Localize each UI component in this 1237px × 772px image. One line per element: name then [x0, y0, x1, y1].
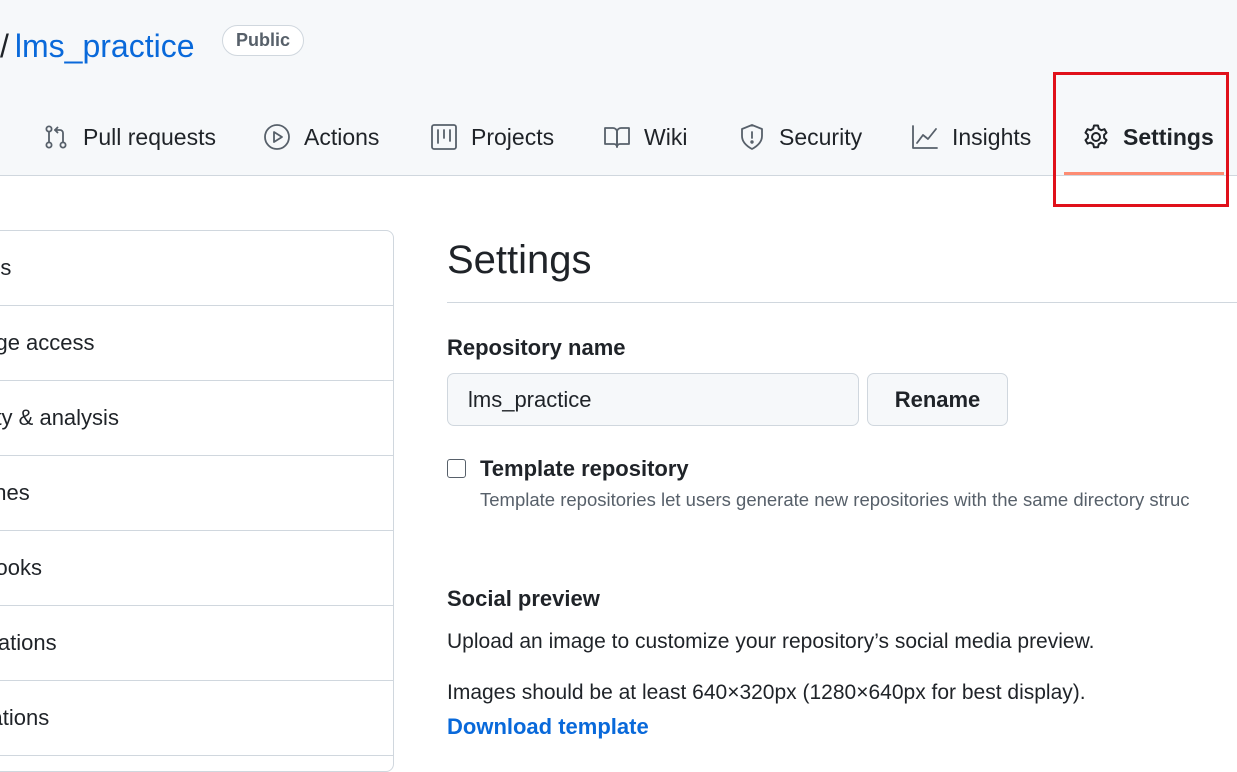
sidebar-item-collaborators[interactable]: ions	[0, 231, 393, 306]
repo-name-label: Repository name	[447, 335, 626, 360]
shield-icon	[741, 124, 763, 150]
repo-name-link[interactable]: lms_practice	[15, 30, 195, 62]
sidebar-item-manage-access[interactable]: nage access	[0, 306, 393, 381]
graph-icon	[912, 125, 938, 149]
sidebar-item-integrations[interactable]: grations	[0, 681, 393, 756]
play-icon	[264, 124, 290, 150]
sidebar-item-label: urity & analysis	[0, 405, 119, 430]
social-preview-size-text: Images should be at least 640×320px (128…	[447, 681, 1086, 704]
tab-label: Wiki	[644, 123, 688, 150]
tab-wiki[interactable]: Wiki	[603, 116, 687, 158]
tab-label: Pull requests	[83, 123, 216, 150]
git-pull-request-icon	[45, 125, 67, 149]
template-repository-description: Template repositories let users generate…	[480, 489, 1190, 510]
tab-label: Projects	[471, 123, 555, 150]
settings-highlight-box	[1053, 72, 1229, 207]
template-repository-checkbox[interactable]	[447, 459, 466, 478]
download-template-link[interactable]: Download template	[447, 714, 649, 740]
tab-projects[interactable]: Projects	[430, 116, 554, 158]
sidebar-item-security-analysis[interactable]: urity & analysis	[0, 381, 393, 456]
title-divider	[447, 302, 1237, 303]
sidebar-item-label: grations	[0, 705, 50, 730]
template-repository-label[interactable]: Template repository	[480, 456, 689, 482]
rename-button[interactable]: Rename	[867, 373, 1008, 426]
social-preview-text: Upload an image to customize your reposi…	[447, 630, 1095, 653]
tab-label: Security	[779, 123, 863, 150]
table-icon	[431, 124, 457, 150]
settings-sidebar: ions nage access urity & analysis nches …	[0, 230, 394, 772]
sidebar-item-label: ions	[0, 255, 12, 280]
visibility-badge: Public	[222, 25, 305, 56]
sidebar-item-label: nage access	[0, 330, 95, 355]
tab-pull-requests[interactable]: Pull requests	[42, 116, 216, 158]
tab-insights[interactable]: Insights	[911, 116, 1031, 158]
sidebar-item-label: ifications	[0, 630, 57, 655]
sidebar-item-label: nches	[0, 480, 30, 505]
sidebar-item-branches[interactable]: nches	[0, 456, 393, 531]
repo-title: / lms_practice	[0, 24, 195, 68]
repo-name-input[interactable]	[447, 373, 859, 426]
repo-header: / lms_practice Public Pull requests Acti…	[0, 0, 1237, 176]
sidebar-item-notifications[interactable]: ifications	[0, 606, 393, 681]
book-icon	[604, 127, 630, 148]
sidebar-item-label: bhooks	[0, 555, 42, 580]
tab-label: Actions	[304, 123, 380, 150]
path-separator: /	[0, 28, 9, 64]
tab-security[interactable]: Security	[738, 116, 862, 158]
tab-label: Insights	[952, 123, 1032, 150]
sidebar-item-webhooks[interactable]: bhooks	[0, 531, 393, 606]
social-preview-heading: Social preview	[447, 586, 600, 611]
page-title: Settings	[447, 238, 592, 282]
tab-actions[interactable]: Actions	[263, 116, 379, 158]
